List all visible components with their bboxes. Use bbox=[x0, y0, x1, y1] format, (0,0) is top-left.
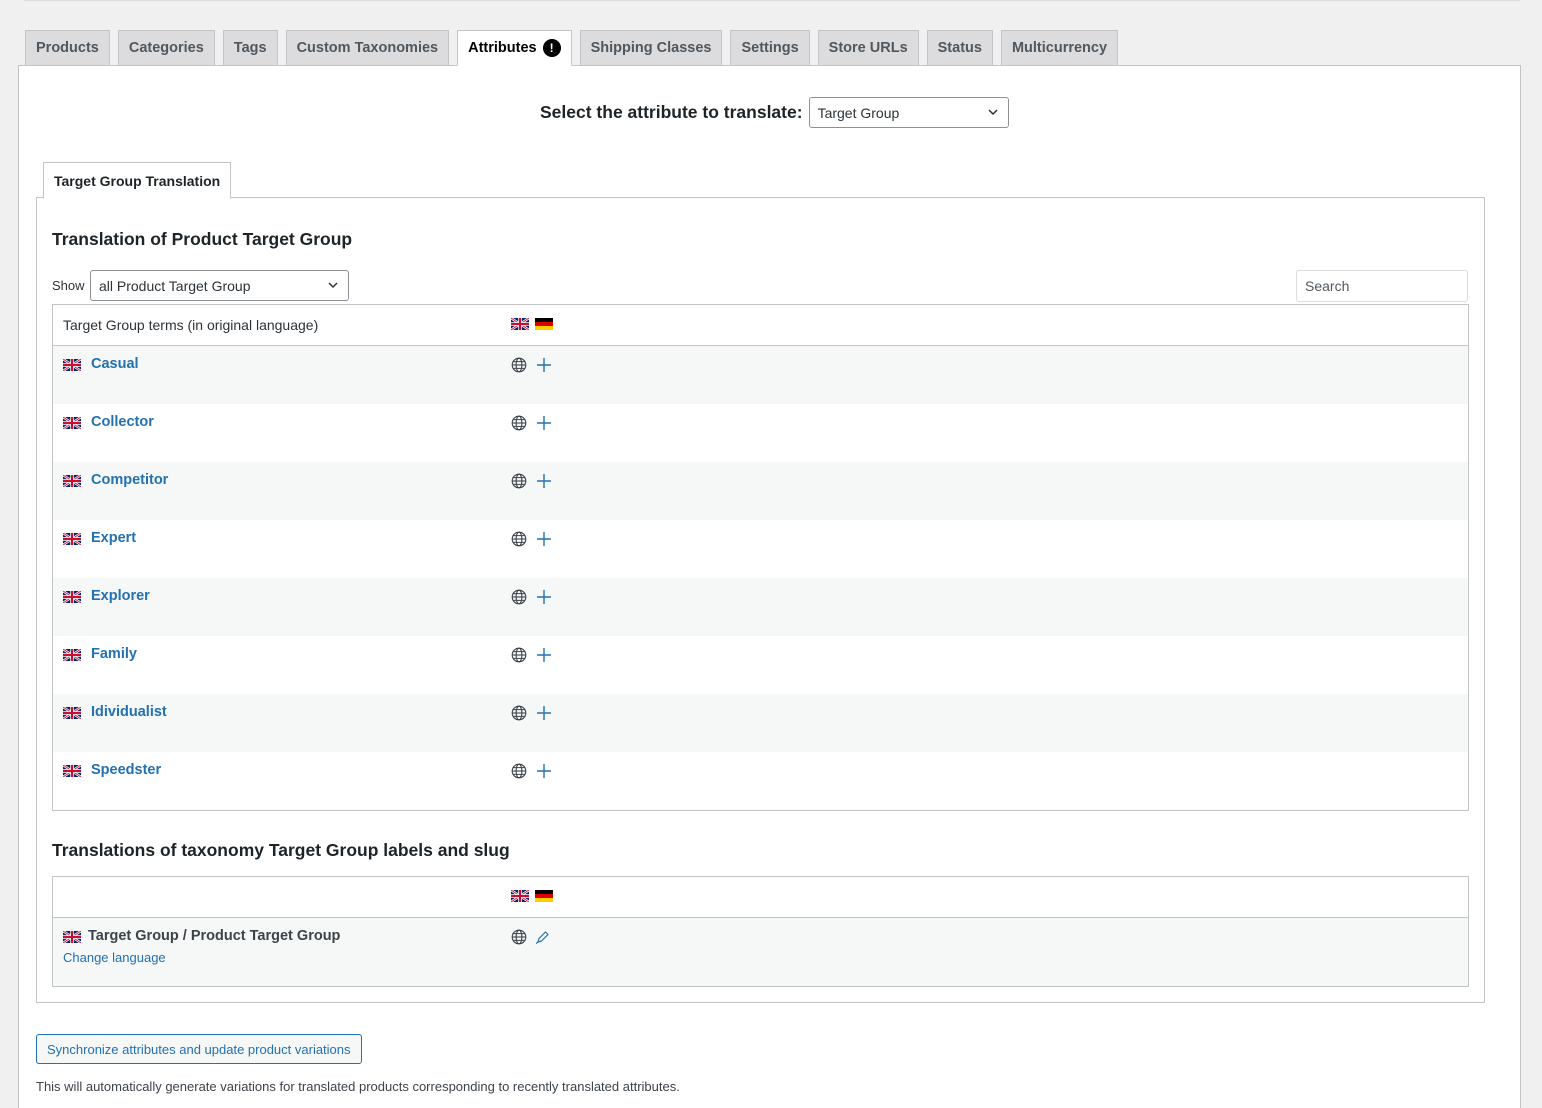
plus-icon[interactable] bbox=[535, 530, 553, 548]
globe-icon[interactable] bbox=[511, 763, 527, 779]
tab-attributes[interactable]: Attributes ! bbox=[457, 30, 572, 66]
uk-flag-icon bbox=[63, 475, 81, 487]
plus-icon[interactable] bbox=[535, 356, 553, 374]
tab-label: Custom Taxonomies bbox=[296, 40, 439, 56]
term-link[interactable]: Explorer bbox=[91, 588, 150, 604]
terms-table-body: Casual Collector Competitor Expert Explorer F… bbox=[53, 346, 1468, 810]
de-flag-icon bbox=[535, 318, 553, 330]
attribute-select-value: Target Group bbox=[817, 104, 900, 121]
tab-settings[interactable]: Settings bbox=[730, 30, 810, 65]
globe-icon[interactable] bbox=[511, 473, 527, 489]
term-link[interactable]: Family bbox=[91, 646, 137, 662]
uk-flag-icon bbox=[63, 591, 81, 603]
term-link[interactable]: Expert bbox=[91, 530, 136, 546]
main-tabs: Products Categories Tags Custom Taxonomi… bbox=[25, 30, 1126, 66]
attribute-selector-label: Select the attribute to translate: bbox=[540, 102, 803, 122]
uk-flag-icon bbox=[63, 931, 81, 943]
globe-icon[interactable] bbox=[511, 705, 527, 721]
plus-icon[interactable] bbox=[535, 704, 553, 722]
show-label: Show bbox=[52, 278, 85, 293]
uk-flag-icon bbox=[511, 890, 529, 902]
show-filter-select[interactable]: all Product Target Group bbox=[90, 270, 349, 301]
terms-section-title: Translation of Product Target Group bbox=[52, 229, 353, 249]
language-flags bbox=[511, 890, 553, 902]
attribute-select[interactable]: Target Group bbox=[808, 97, 1009, 128]
table-row: Explorer bbox=[53, 578, 1468, 636]
term-link[interactable]: Idividualist bbox=[91, 704, 167, 720]
uk-flag-icon bbox=[63, 417, 81, 429]
show-filter-value: all Product Target Group bbox=[99, 277, 251, 294]
top-divider bbox=[24, 0, 1520, 1]
subtab-label: Target Group Translation bbox=[54, 172, 221, 189]
synchronize-button[interactable]: Synchronize attributes and update produc… bbox=[36, 1034, 362, 1064]
taxonomy-label-text: Target Group / Product Target Group bbox=[88, 928, 341, 944]
tab-label: Store URLs bbox=[828, 40, 908, 56]
table-row: Idividualist bbox=[53, 694, 1468, 752]
tab-label: Attributes bbox=[468, 40, 537, 56]
globe-icon[interactable] bbox=[511, 531, 527, 547]
chevron-down-icon bbox=[328, 282, 338, 289]
attribute-selector-row: Select the attribute to translate: Targe… bbox=[540, 97, 1009, 128]
table-row: Speedster bbox=[53, 752, 1468, 810]
tab-label: Status bbox=[937, 40, 982, 56]
term-link[interactable]: Casual bbox=[91, 356, 139, 372]
labels-row: Target Group / Product Target Group Chan… bbox=[53, 918, 1468, 986]
globe-icon[interactable] bbox=[511, 647, 527, 663]
table-row: Competitor bbox=[53, 462, 1468, 520]
language-flags bbox=[511, 318, 553, 330]
uk-flag-icon bbox=[63, 707, 81, 719]
plus-icon[interactable] bbox=[535, 414, 553, 432]
search-input[interactable] bbox=[1296, 270, 1468, 302]
tab-products[interactable]: Products bbox=[25, 30, 110, 65]
alert-icon: ! bbox=[542, 39, 561, 57]
tab-custom-taxonomies[interactable]: Custom Taxonomies bbox=[285, 30, 450, 65]
uk-flag-icon bbox=[63, 359, 81, 371]
uk-flag-icon bbox=[63, 533, 81, 545]
tab-target-group-translation[interactable]: Target Group Translation bbox=[43, 162, 232, 199]
tab-shipping-classes[interactable]: Shipping Classes bbox=[579, 30, 723, 65]
globe-icon[interactable] bbox=[511, 357, 527, 373]
table-row: Family bbox=[53, 636, 1468, 694]
plus-icon[interactable] bbox=[535, 762, 553, 780]
globe-icon[interactable] bbox=[511, 589, 527, 605]
uk-flag-icon bbox=[63, 649, 81, 661]
tab-multicurrency[interactable]: Multicurrency bbox=[1000, 30, 1119, 65]
uk-flag-icon bbox=[63, 765, 81, 777]
tab-status[interactable]: Status bbox=[926, 30, 993, 65]
de-flag-icon bbox=[535, 890, 553, 902]
tab-label: Settings bbox=[741, 40, 799, 56]
labels-section-title: Translations of taxonomy Target Group la… bbox=[52, 840, 510, 860]
tab-label: Categories bbox=[128, 40, 204, 56]
terms-column-header: Target Group terms (in original language… bbox=[63, 317, 319, 333]
uk-flag-icon bbox=[511, 318, 529, 330]
chevron-down-icon bbox=[988, 109, 998, 116]
table-row: Collector bbox=[53, 404, 1468, 462]
plus-icon[interactable] bbox=[535, 588, 553, 606]
change-language-link[interactable]: Change language bbox=[63, 950, 166, 965]
tab-tags[interactable]: Tags bbox=[222, 30, 278, 65]
tab-categories[interactable]: Categories bbox=[117, 30, 215, 65]
tab-label: Shipping Classes bbox=[590, 40, 712, 56]
globe-icon[interactable] bbox=[511, 929, 527, 945]
table-row: Expert bbox=[53, 520, 1468, 578]
tab-store-urls[interactable]: Store URLs bbox=[817, 30, 919, 65]
term-link[interactable]: Collector bbox=[91, 414, 154, 430]
tab-label: Products bbox=[36, 40, 99, 56]
labels-table: Target Group / Product Target Group Chan… bbox=[52, 876, 1469, 987]
sync-note: This will automatically generate variati… bbox=[36, 1079, 680, 1094]
plus-icon[interactable] bbox=[535, 646, 553, 664]
terms-table: Target Group terms (in original language… bbox=[52, 304, 1469, 811]
labels-table-header bbox=[53, 877, 1468, 918]
terms-table-header: Target Group terms (in original language… bbox=[53, 305, 1468, 346]
tab-label: Multicurrency bbox=[1011, 40, 1108, 56]
plus-icon[interactable] bbox=[535, 472, 553, 490]
term-link[interactable]: Competitor bbox=[91, 472, 168, 488]
term-link[interactable]: Speedster bbox=[91, 762, 161, 778]
table-row: Casual bbox=[53, 346, 1468, 404]
globe-icon[interactable] bbox=[511, 415, 527, 431]
pencil-icon[interactable] bbox=[535, 929, 549, 945]
tab-label: Tags bbox=[233, 40, 267, 56]
